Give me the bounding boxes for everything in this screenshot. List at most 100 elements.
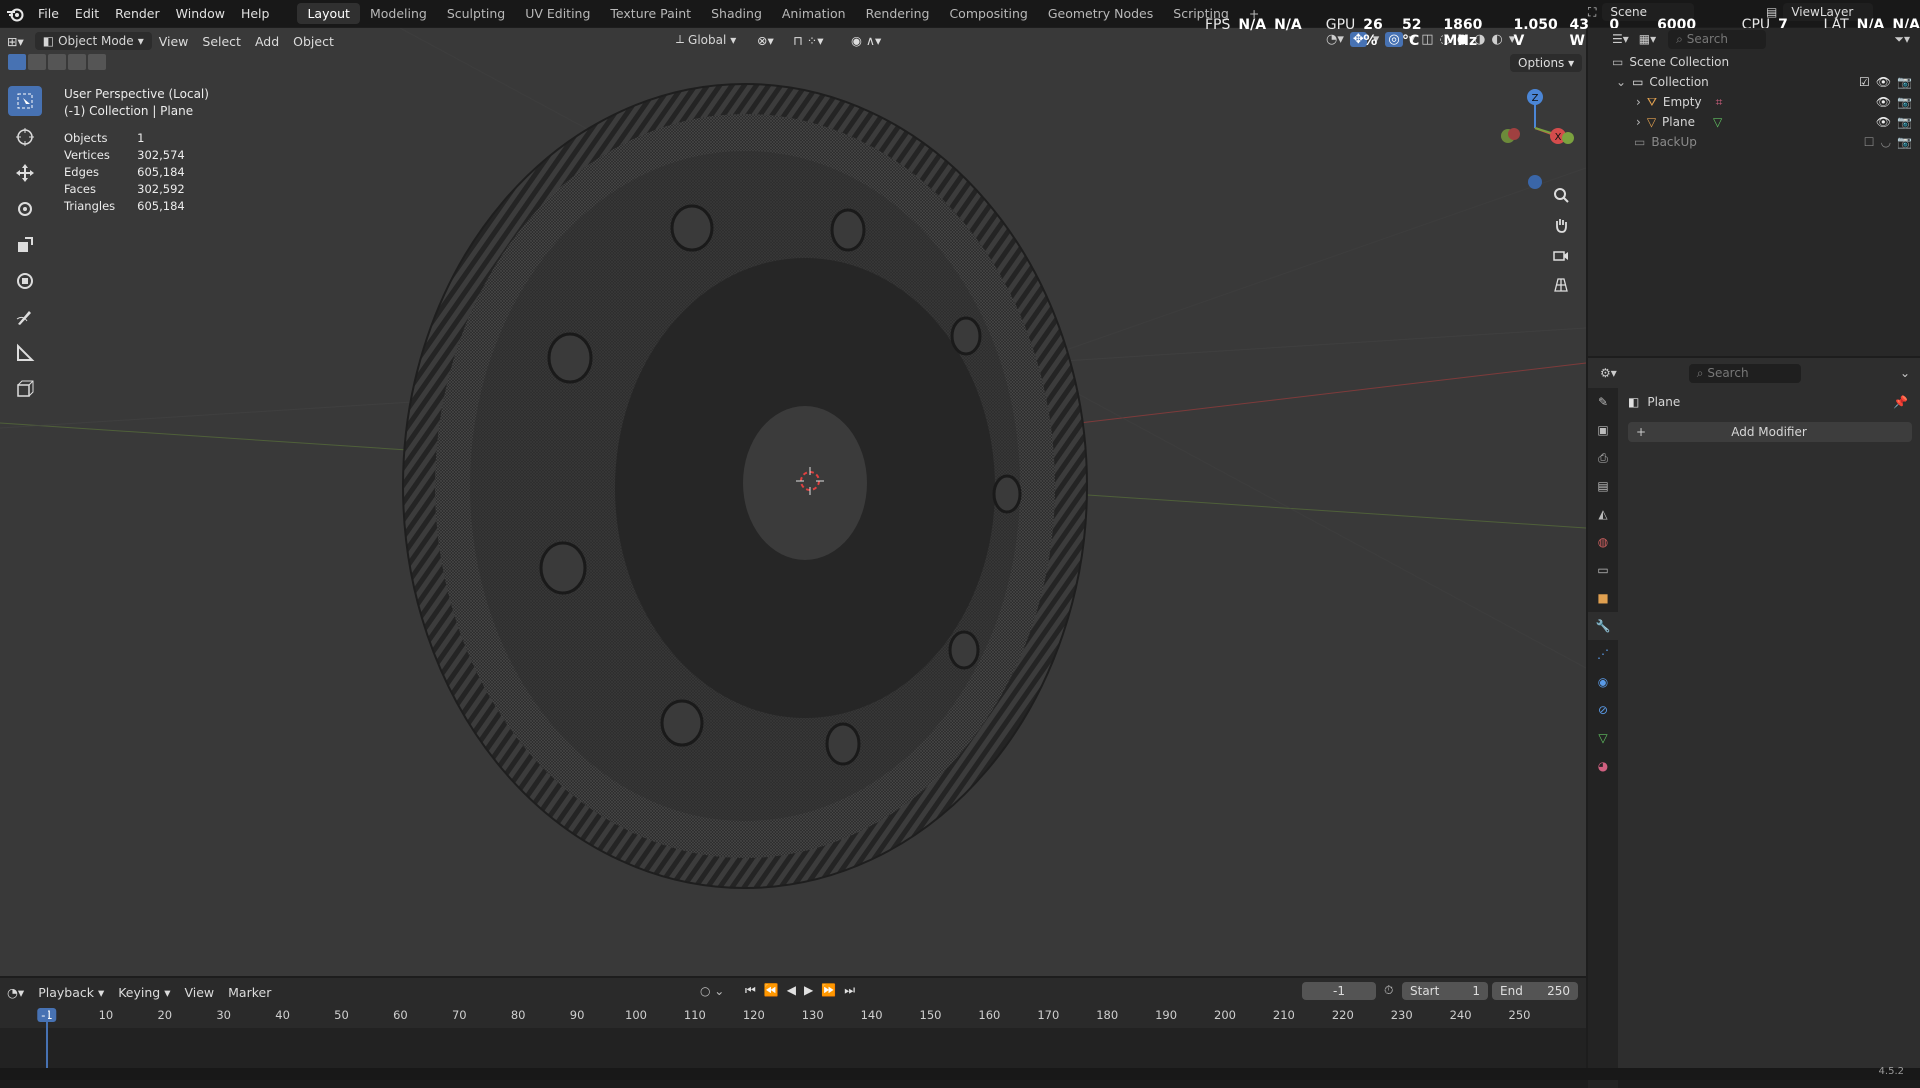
- display-mode-icon[interactable]: ▦▾: [1639, 32, 1656, 46]
- properties-search-input[interactable]: ⌕ Search: [1688, 363, 1801, 383]
- options-dropdown[interactable]: Options ▾: [1510, 54, 1583, 72]
- output-tab-icon[interactable]: ⎙: [1588, 444, 1618, 472]
- measure-tool-icon[interactable]: [8, 338, 42, 368]
- eye-icon[interactable]: 👁: [1876, 95, 1891, 109]
- collection-tab-icon[interactable]: ▭: [1588, 556, 1618, 584]
- proportional-edit-icon[interactable]: ◉ ∧▾: [844, 31, 888, 50]
- editor-type-icon[interactable]: ⚙▾: [1600, 366, 1617, 380]
- tab-compositing[interactable]: Compositing: [939, 3, 1037, 24]
- select-extend-icon[interactable]: [28, 54, 46, 70]
- 3d-viewport[interactable]: ⊞▾ ◧ Object Mode ▾ View Select Add Objec…: [0, 28, 1586, 976]
- tab-uv-editing[interactable]: UV Editing: [515, 3, 600, 24]
- viewport-menu-add[interactable]: Add: [248, 32, 286, 51]
- data-tab-icon[interactable]: ▽: [1588, 724, 1618, 752]
- play-reverse-icon[interactable]: ◀: [787, 983, 796, 998]
- outliner-row-scene-collection[interactable]: ▭ Scene Collection: [1588, 52, 1920, 72]
- auto-key-icon[interactable]: ○ ⌄: [700, 984, 724, 998]
- pivot-icon[interactable]: ⊗▾: [750, 31, 781, 50]
- filter-icon[interactable]: ⏷▾: [1894, 32, 1910, 47]
- scene-tab-icon[interactable]: ◭: [1588, 500, 1618, 528]
- move-tool-icon[interactable]: [8, 158, 42, 188]
- tab-layout[interactable]: Layout: [297, 3, 360, 24]
- select-new-icon[interactable]: [8, 54, 26, 70]
- select-subtract-icon[interactable]: [48, 54, 66, 70]
- object-tab-icon[interactable]: ■: [1588, 584, 1618, 612]
- timeline-menu-view[interactable]: View: [177, 983, 221, 1002]
- physics-tab-icon[interactable]: ◉: [1588, 668, 1618, 696]
- tab-rendering[interactable]: Rendering: [856, 3, 940, 24]
- navigation-gizmo[interactable]: Z X: [1490, 86, 1580, 196]
- editor-type-icon[interactable]: ☰▾: [1612, 32, 1629, 46]
- end-frame-field[interactable]: End 250: [1492, 982, 1578, 1000]
- timeline-menu-playback[interactable]: Playback ▾: [31, 983, 111, 1002]
- timeline-menu-marker[interactable]: Marker: [221, 983, 278, 1002]
- plane-mesh-object[interactable]: [402, 83, 1088, 889]
- select-intersect-icon[interactable]: [88, 54, 106, 70]
- eye-icon[interactable]: 👁: [1876, 115, 1891, 129]
- checkbox-icon[interactable]: ☐: [1864, 135, 1875, 149]
- chevron-right-icon[interactable]: ›: [1636, 115, 1641, 129]
- eye-hidden-icon[interactable]: ◡: [1881, 135, 1891, 149]
- current-frame-field[interactable]: -1: [1302, 982, 1376, 1000]
- outliner-search-input[interactable]: ⌕ Search: [1668, 29, 1767, 49]
- chevron-down-icon[interactable]: ⌄: [1900, 366, 1910, 380]
- material-tab-icon[interactable]: ◕: [1588, 752, 1618, 780]
- eye-icon[interactable]: 👁: [1876, 75, 1891, 89]
- tab-modeling[interactable]: Modeling: [360, 3, 437, 24]
- perspective-grid-icon[interactable]: [1548, 272, 1574, 298]
- prev-keyframe-icon[interactable]: ⏪: [764, 983, 779, 998]
- playhead[interactable]: [46, 1008, 48, 1068]
- menu-window[interactable]: Window: [168, 6, 233, 21]
- tool-tab-icon[interactable]: ✎: [1588, 388, 1618, 416]
- timeline-track-area[interactable]: [0, 1028, 1586, 1068]
- snap-icon[interactable]: ⊓ ⁘▾: [786, 31, 830, 50]
- viewport-menu-view[interactable]: View: [152, 32, 196, 51]
- scale-tool-icon[interactable]: [8, 230, 42, 260]
- rotate-tool-icon[interactable]: [8, 194, 42, 224]
- chevron-right-icon[interactable]: ›: [1636, 95, 1641, 109]
- camera-view-icon[interactable]: [1548, 242, 1574, 268]
- jump-start-icon[interactable]: ⏮: [745, 983, 756, 998]
- zoom-icon[interactable]: [1548, 182, 1574, 208]
- tab-texture-paint[interactable]: Texture Paint: [600, 3, 701, 24]
- pin-icon[interactable]: 📌: [1893, 395, 1908, 409]
- timeline-ruler[interactable]: -110203040506070809010011012013014015016…: [0, 1008, 1586, 1026]
- menu-render[interactable]: Render: [107, 6, 168, 21]
- jump-end-icon[interactable]: ⏭: [844, 983, 855, 998]
- start-frame-field[interactable]: Start 1: [1402, 982, 1488, 1000]
- outliner-row-collection[interactable]: ⌄ ▭ Collection ☑ 👁 📷: [1588, 72, 1920, 92]
- tab-geometry-nodes[interactable]: Geometry Nodes: [1038, 3, 1163, 24]
- transform-orientation-dropdown[interactable]: ⟂ Global ▾: [668, 30, 744, 49]
- viewport-menu-select[interactable]: Select: [195, 32, 248, 51]
- timeline-menu-keying[interactable]: Keying ▾: [111, 983, 177, 1002]
- camera-icon[interactable]: 📷: [1897, 95, 1912, 109]
- camera-icon[interactable]: 📷: [1897, 75, 1912, 89]
- play-icon[interactable]: ▶: [804, 983, 813, 998]
- blender-logo-icon[interactable]: [0, 0, 30, 27]
- viewport-menu-object[interactable]: Object: [286, 32, 341, 51]
- camera-icon[interactable]: 📷: [1897, 115, 1912, 129]
- render-tab-icon[interactable]: ▣: [1588, 416, 1618, 444]
- next-keyframe-icon[interactable]: ⏩: [821, 983, 836, 998]
- camera-icon[interactable]: 📷: [1897, 135, 1912, 149]
- outliner-row-empty[interactable]: › ⛛ Empty ⌗ 👁 📷: [1588, 92, 1920, 112]
- outliner-row-plane[interactable]: › ▽ Plane ▽ 👁 📷: [1588, 112, 1920, 132]
- tab-animation[interactable]: Animation: [772, 3, 856, 24]
- checkbox-icon[interactable]: ☑: [1859, 75, 1870, 89]
- tab-sculpting[interactable]: Sculpting: [437, 3, 515, 24]
- add-cube-tool-icon[interactable]: [8, 374, 42, 404]
- cursor-tool-icon[interactable]: [8, 122, 42, 152]
- timer-icon[interactable]: ⏱: [1384, 983, 1393, 998]
- menu-file[interactable]: File: [30, 6, 67, 21]
- tab-shading[interactable]: Shading: [701, 3, 772, 24]
- annotate-tool-icon[interactable]: [8, 302, 42, 332]
- view-layer-tab-icon[interactable]: ▤: [1588, 472, 1618, 500]
- constraints-tab-icon[interactable]: ⊘: [1588, 696, 1618, 724]
- select-invert-icon[interactable]: [68, 54, 86, 70]
- world-tab-icon[interactable]: ◍: [1588, 528, 1618, 556]
- particles-tab-icon[interactable]: ⋰: [1588, 640, 1618, 668]
- transform-tool-icon[interactable]: [8, 266, 42, 296]
- menu-help[interactable]: Help: [233, 6, 278, 21]
- outliner-row-backup[interactable]: ▭ BackUp ☐ ◡ 📷: [1588, 132, 1920, 152]
- modifier-tab-icon[interactable]: 🔧: [1588, 612, 1618, 640]
